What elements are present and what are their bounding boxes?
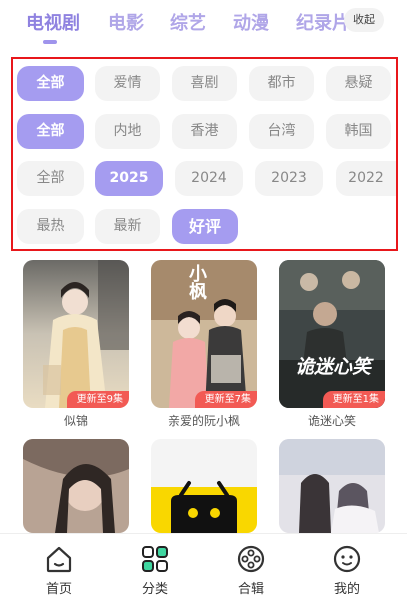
filter-genre-urban[interactable]: 都市 (249, 66, 314, 101)
tab-tv-series[interactable]: 电视剧 (26, 9, 80, 35)
filter-genre-mystery[interactable]: 悬疑 (326, 66, 391, 101)
profile-icon (333, 545, 361, 573)
filter-region-mainland[interactable]: 内地 (95, 114, 160, 149)
video-title[interactable]: 诡迷心笑 (279, 412, 385, 429)
episode-badge: 更新至1集 (322, 391, 385, 408)
video-poster (23, 439, 129, 533)
collection-icon (237, 545, 265, 573)
active-tab-indicator (43, 40, 57, 44)
video-poster: 小枫 更新至7集 (151, 260, 257, 408)
video-poster: 更新至9集 (23, 260, 129, 408)
video-title[interactable]: 亲爱的阮小枫 (151, 412, 257, 429)
tab-documentary[interactable]: 纪录片 (296, 9, 350, 35)
tab-movies[interactable]: 电影 (108, 9, 144, 35)
video-title[interactable]: 似锦 (23, 412, 129, 429)
bottom-nav: 首页 分类 合辑 我的 (0, 533, 407, 603)
filter-year-all[interactable]: 全部 (17, 161, 84, 196)
collapse-button[interactable]: 收起 (344, 8, 384, 32)
home-icon (46, 546, 72, 573)
sort-top-rated[interactable]: 好评 (172, 209, 238, 244)
filter-genre-comedy[interactable]: 喜剧 (172, 66, 237, 101)
category-icon (142, 546, 168, 572)
nav-profile-label: 我的 (333, 582, 360, 597)
filter-region-all[interactable]: 全部 (17, 114, 84, 149)
video-poster (151, 439, 257, 533)
episode-badge: 更新至9集 (66, 391, 129, 408)
nav-home-label: 首页 (45, 582, 72, 597)
sort-hottest[interactable]: 最热 (17, 209, 84, 244)
nav-profile[interactable]: 我的 (317, 544, 377, 597)
sort-newest[interactable]: 最新 (95, 209, 160, 244)
episode-badge: 更新至7集 (194, 391, 257, 408)
filter-year-2024[interactable]: 2024 (175, 161, 243, 196)
nav-collection-label: 合辑 (237, 582, 264, 597)
nav-home[interactable]: 首页 (29, 544, 89, 597)
filter-region-taiwan[interactable]: 台湾 (249, 114, 314, 149)
poster-title-art: 诡迷心笑 (294, 356, 371, 378)
tab-variety[interactable]: 综艺 (170, 9, 206, 35)
filter-region-korea[interactable]: 韩国 (326, 114, 391, 149)
poster-title-art: 小枫 (186, 264, 207, 300)
video-poster (279, 439, 385, 533)
filter-panel: 全部 爱情 喜剧 都市 悬疑 全部 内地 香港 台湾 韩国 全部 2025 20… (11, 57, 398, 251)
tab-anime[interactable]: 动漫 (233, 9, 269, 35)
filter-year-2025[interactable]: 2025 (95, 161, 163, 196)
filter-region-hongkong[interactable]: 香港 (172, 114, 237, 149)
video-poster: 诡迷心笑 更新至1集 (279, 260, 385, 408)
filter-genre-all[interactable]: 全部 (17, 66, 84, 101)
filter-year-2023[interactable]: 2023 (255, 161, 323, 196)
nav-collection[interactable]: 合辑 (221, 544, 281, 597)
nav-category-label: 分类 (141, 582, 168, 597)
category-tabs: 电视剧 电影 综艺 动漫 纪录片 收起 (0, 0, 407, 56)
nav-category[interactable]: 分类 (125, 544, 185, 597)
filter-genre-romance[interactable]: 爱情 (95, 66, 160, 101)
filter-year-2022[interactable]: 2022 (336, 161, 396, 196)
